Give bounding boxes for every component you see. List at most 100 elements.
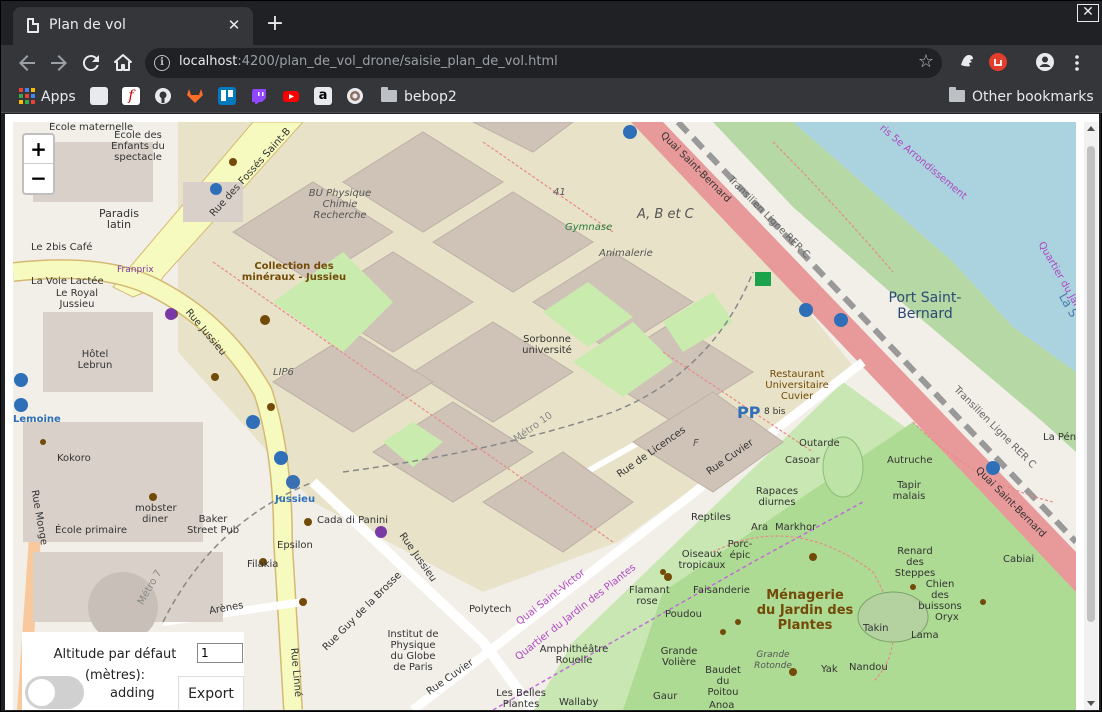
scroll-up-icon[interactable] [1087,126,1095,131]
map-label: Renard des Steppes [894,546,936,579]
arrow-left-icon [19,55,35,71]
youtube-icon[interactable] [282,87,300,105]
map-label: Gaur [653,691,678,702]
map-label: Wallaby [559,697,599,708]
map-label: Port Saint-Bernard [888,290,962,322]
amazon-icon[interactable]: a [314,87,332,105]
map-label: A, B et C [637,207,694,222]
map-label: École primaire [55,525,127,536]
map-label: Grande Rotonde [754,650,792,671]
map-label: Oryx [935,612,959,623]
page-content: École maternelle École des Enfants du sp… [5,114,1099,710]
map-label: Nandou [849,662,888,673]
other-bookmarks[interactable]: Other bookmarks [949,87,1094,107]
map-label: Rapaces diurnes [755,486,799,508]
url-text: localhost:4200/plan_de_vol_drone/saisie_… [179,54,558,69]
twitch-icon[interactable] [250,87,268,105]
scrollbar-thumb[interactable] [1087,146,1095,622]
new-tab-button[interactable]: + [263,13,287,35]
info-icon[interactable]: i [154,55,170,71]
map-label: Jussieu [275,494,316,505]
github-icon[interactable] [154,87,172,105]
map-label: Chien des buissons [918,579,962,612]
browser-toolbar: i localhost:4200/plan_de_vol_drone/saisi… [1,45,1102,81]
extension-ghost-icon[interactable] [955,51,979,75]
map-label: F [693,438,699,449]
map-label: Porc-épic [727,539,753,561]
map-label: Gymnase [565,222,613,233]
map-label: Baudet du Poitou [705,665,741,698]
map-label: Autruche [887,455,933,466]
adding-label: adding [110,686,155,701]
map-label: La Voie Lactée [31,276,104,287]
map-label: Faisanderie [693,585,750,596]
bookmark-folder-bebop2[interactable]: bebop2 [381,87,457,107]
map-label: PP [737,403,761,422]
gitlab-icon[interactable] [186,87,204,105]
altitude-input[interactable] [197,643,243,663]
map-view[interactable]: École maternelle École des Enfants du sp… [13,122,1076,710]
adding-toggle[interactable] [25,676,84,709]
window-close-button[interactable]: ✕ [1077,4,1099,22]
vertical-scrollbar[interactable] [1084,122,1098,710]
folder-icon [381,87,397,102]
zoom-in-button[interactable]: + [24,135,53,164]
map-label: LIP6 [273,367,294,378]
map-label: Takin [863,623,889,634]
map-label: Sorbonne université [522,334,572,356]
account-icon[interactable] [1033,51,1057,75]
map-label: mobster diner [135,503,177,525]
map-label: Markhor [775,522,817,533]
reload-button[interactable] [79,51,103,75]
map-label: Cada di Panini [317,515,389,526]
map-label: Flamant rose [629,585,670,607]
map-label: Polytech [469,604,512,615]
tab-title: Plan de vol [49,17,126,33]
map-label: Epsilon [277,540,313,551]
map-label: Institut de Physique du Globe de Paris [387,629,439,673]
map-label: 8 bis [764,407,786,417]
bookmark-star-icon[interactable]: ☆ [918,51,934,72]
arrow-right-icon [51,55,67,71]
map-label: 41 [553,187,566,198]
bookmark-f-icon[interactable]: f [122,87,140,105]
map-label: Ménagerie du Jardin des Plantes [756,588,854,633]
export-button[interactable]: Export [178,676,244,710]
flight-plan-panel: Altitude par défaut (mètres): adding Exp… [22,632,244,710]
address-bar[interactable]: i localhost:4200/plan_de_vol_drone/saisi… [145,48,942,78]
map-label: Poudou [665,609,702,620]
page-icon [27,18,39,33]
scroll-down-icon[interactable] [1087,701,1095,706]
map-label: Le Royal Jussieu [55,288,99,310]
tab-plan-de-vol[interactable]: Plan de vol ✕ [13,7,253,45]
map-label: Outarde [799,438,840,449]
apps-grid-icon [19,88,35,104]
zoom-out-button[interactable]: − [24,164,53,193]
trello-icon[interactable] [218,87,236,105]
home-button[interactable] [111,51,135,75]
map-label: Les Belles Plantes [496,688,546,710]
reload-icon [82,55,99,72]
bookmark-circle-icon[interactable] [346,87,364,105]
tab-close-icon[interactable]: ✕ [225,16,243,34]
map-label: Le 2bis Café [31,242,93,253]
map-label: Franprix [117,265,154,275]
map-label: École des Enfants du spectacle [111,130,165,163]
map-label: Baker Street Pub [186,514,240,536]
bookmark-site-1-icon[interactable] [90,87,108,105]
menu-kebab-icon[interactable] [1065,51,1089,75]
map-label: Grande Volière [660,646,698,668]
home-icon [114,54,132,71]
map-label: Anoa [709,700,735,710]
map-label: Lama [911,630,939,641]
extension-stop-icon[interactable] [986,51,1010,75]
bookmarks-bar: Apps f a bebop2 Other bookmarks [1,81,1102,113]
map-label: Casoar [785,455,820,466]
map-label: Cabiai [1003,554,1035,565]
back-button[interactable] [15,51,39,75]
forward-button[interactable] [47,51,71,75]
map-label: Restaurant Universitaire Cuvier [765,369,829,402]
bookmark-apps[interactable]: Apps [19,87,76,107]
map-label: Filakia [247,559,279,570]
folder-icon [949,87,965,102]
